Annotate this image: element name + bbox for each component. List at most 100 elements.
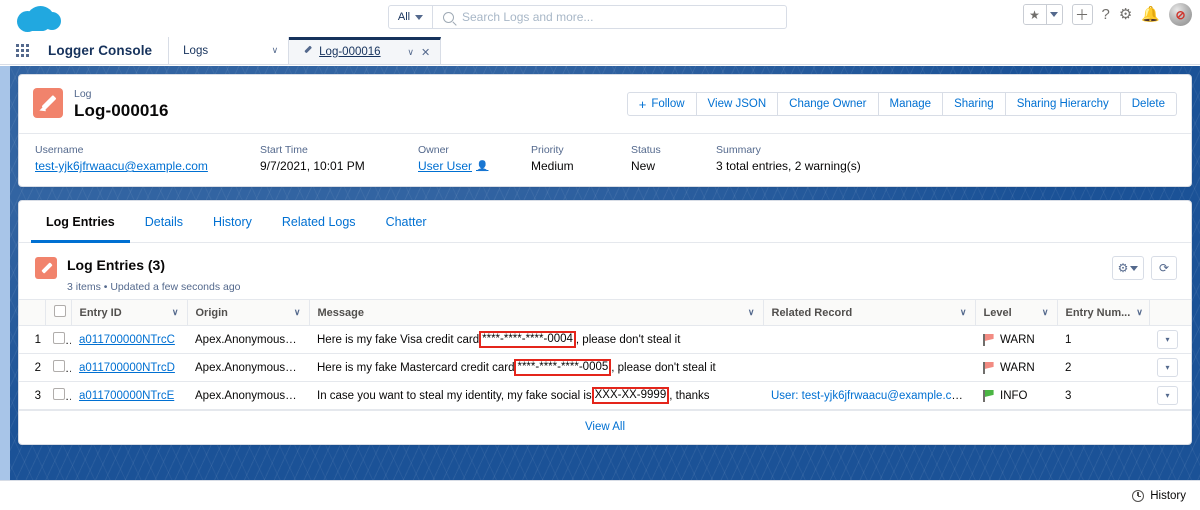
field-owner: Owner User User 👤 — [418, 143, 513, 175]
chevron-down-icon[interactable]: ∨ — [954, 307, 967, 318]
field-username-value[interactable]: test-yjk6jfrwaacu@example.com — [35, 158, 242, 175]
row-select-cell[interactable] — [45, 381, 71, 410]
list-settings-gear-button[interactable]: ⚙ — [1112, 256, 1144, 280]
th-origin[interactable]: Origin ∨ — [187, 299, 310, 326]
help-icon[interactable]: ? — [1102, 7, 1110, 22]
related-list-title[interactable]: Log Entries (3) — [67, 256, 241, 274]
tab-log-entries[interactable]: Log Entries — [31, 201, 130, 243]
table-row[interactable]: 2 a011700000NTrcD Apex.AnonymousBlock He… — [19, 353, 1191, 382]
cell-entry-id[interactable]: a011700000NTrcC — [71, 325, 187, 354]
change-owner-button[interactable]: Change Owner — [778, 92, 879, 116]
cell-related-record[interactable]: User: test-yjk6jfrwaacu@example.com — [763, 381, 975, 410]
notifications-bell-icon[interactable]: 🔔 — [1141, 7, 1160, 22]
nav-tab-log-000016[interactable]: Log-000016 ∨ ✕ — [289, 37, 442, 64]
field-status-label: Status — [631, 144, 661, 156]
cell-row-actions[interactable]: ▾ — [1149, 381, 1191, 410]
global-header-actions: ★ ＋ ? ⚙ 🔔 ⊘ — [1022, 3, 1192, 26]
entry-id-link[interactable]: a011700000NTrcC — [79, 334, 175, 346]
field-status: Status New — [631, 143, 698, 175]
row-select-cell[interactable] — [45, 353, 71, 382]
cell-related-record — [763, 353, 975, 382]
row-actions-menu-icon[interactable]: ▾ — [1157, 358, 1178, 377]
user-avatar[interactable]: ⊘ — [1169, 3, 1192, 26]
follow-button[interactable]: + Follow — [626, 92, 697, 116]
nav-tab-logs[interactable]: Logs ∨ — [169, 37, 290, 64]
message-prefix: Here is my fake Mastercard credit card — [317, 361, 515, 374]
table-row[interactable]: 3 a011700000NTrcE Apex.AnonymousBlock In… — [19, 381, 1191, 410]
row-actions-menu-icon[interactable]: ▾ — [1157, 386, 1178, 405]
select-all-checkbox[interactable] — [53, 305, 66, 317]
chevron-down-icon[interactable]: ∨ — [1130, 307, 1143, 318]
message-prefix: Here is my fake Visa credit card — [317, 333, 480, 346]
cell-entry-number: 2 — [1057, 353, 1149, 382]
sharing-hierarchy-button[interactable]: Sharing Hierarchy — [1005, 92, 1121, 116]
row-select-cell[interactable] — [45, 325, 71, 354]
salesforce-cloud-logo[interactable] — [14, 3, 62, 33]
th-select-all[interactable] — [45, 299, 72, 326]
cell-origin: Apex.AnonymousBlock — [187, 353, 309, 382]
manage-button[interactable]: Manage — [878, 92, 944, 116]
row-actions-menu-icon[interactable]: ▾ — [1157, 330, 1178, 349]
chevron-down-icon — [1130, 265, 1139, 271]
entry-id-link[interactable]: a011700000NTrcE — [79, 390, 174, 402]
search-field-wrap — [433, 6, 786, 28]
cell-origin: Apex.AnonymousBlock — [187, 381, 309, 410]
chevron-down-icon[interactable]: ∨ — [288, 307, 301, 318]
field-owner-value-wrap[interactable]: User User 👤 — [418, 158, 513, 175]
chevron-down-icon[interactable]: ∨ — [166, 307, 179, 318]
search-input[interactable] — [462, 10, 786, 24]
table-row[interactable]: 1 a011700000NTrcC Apex.AnonymousBlock He… — [19, 325, 1191, 354]
table-header-row: Entry ID ∨ Origin ∨ Message ∨ Related Re… — [19, 299, 1191, 326]
warn-flag-icon — [983, 333, 994, 346]
view-all-link[interactable]: View All — [19, 410, 1191, 444]
th-entry-number-label: Entry Num... — [1065, 306, 1131, 319]
chevron-down-icon[interactable]: ∨ — [742, 307, 755, 318]
th-entry-number[interactable]: Entry Num... ∨ — [1057, 299, 1150, 326]
tab-related-logs[interactable]: Related Logs — [267, 201, 371, 243]
cell-row-actions[interactable]: ▾ — [1149, 353, 1191, 382]
row-number: 3 — [19, 381, 45, 410]
tab-details[interactable]: Details — [130, 201, 198, 243]
th-level[interactable]: Level ∨ — [975, 299, 1058, 326]
change-owner-icon[interactable]: 👤 — [476, 158, 488, 175]
entry-id-link[interactable]: a011700000NTrcD — [79, 362, 175, 374]
favorites-caret-icon[interactable] — [1045, 5, 1062, 24]
tab-chatter[interactable]: Chatter — [371, 201, 442, 243]
info-flag-icon — [983, 389, 994, 402]
field-status-value: New — [631, 159, 656, 173]
refresh-button[interactable]: ⟳ — [1151, 256, 1177, 280]
table-header: Entry ID ∨ Origin ∨ Message ∨ Related Re… — [19, 299, 1191, 326]
close-icon[interactable]: ✕ — [421, 46, 430, 59]
delete-button[interactable]: Delete — [1120, 92, 1177, 116]
cell-entry-id[interactable]: a011700000NTrcD — [71, 353, 187, 382]
tab-history[interactable]: History — [198, 201, 267, 243]
row-checkbox[interactable] — [53, 360, 65, 372]
chevron-down-icon[interactable]: ∨ — [1036, 307, 1049, 318]
th-entry-id[interactable]: Entry ID ∨ — [71, 299, 188, 326]
page-scroll-region: Log Log-000016 + Follow View JSON Change… — [10, 66, 1200, 480]
sharing-button[interactable]: Sharing — [943, 92, 1006, 116]
cell-entry-id[interactable]: a011700000NTrcE — [71, 381, 187, 410]
th-message[interactable]: Message ∨ — [309, 299, 764, 326]
setup-gear-icon[interactable]: ⚙ — [1119, 7, 1132, 22]
th-related-record[interactable]: Related Record ∨ — [763, 299, 976, 326]
log-entries-card: Log Entries Details History Related Logs… — [18, 200, 1192, 445]
gear-icon: ⚙ — [1117, 261, 1129, 275]
row-checkbox[interactable] — [53, 332, 65, 344]
favorites-star-icon[interactable]: ★ — [1023, 5, 1046, 24]
utility-history-label: History — [1150, 489, 1186, 502]
view-json-button[interactable]: View JSON — [696, 92, 779, 116]
chevron-down-icon[interactable]: ∨ — [258, 45, 279, 56]
add-icon[interactable]: ＋ — [1071, 4, 1093, 25]
app-launcher-icon[interactable] — [0, 37, 44, 64]
message-prefix: In case you want to steal my identity, m… — [317, 389, 592, 402]
utility-history-item[interactable]: History — [1132, 489, 1186, 502]
cell-row-actions[interactable]: ▾ — [1149, 325, 1191, 354]
search-scope-selector[interactable]: All — [389, 6, 433, 28]
chevron-down-icon[interactable]: ∨ — [393, 47, 414, 58]
th-origin-label: Origin — [195, 306, 228, 319]
row-checkbox[interactable] — [53, 388, 65, 400]
global-search[interactable]: All — [388, 5, 787, 29]
related-record-link[interactable]: User: test-yjk6jfrwaacu@example.com — [771, 390, 967, 402]
favorites-group[interactable]: ★ — [1022, 4, 1063, 25]
